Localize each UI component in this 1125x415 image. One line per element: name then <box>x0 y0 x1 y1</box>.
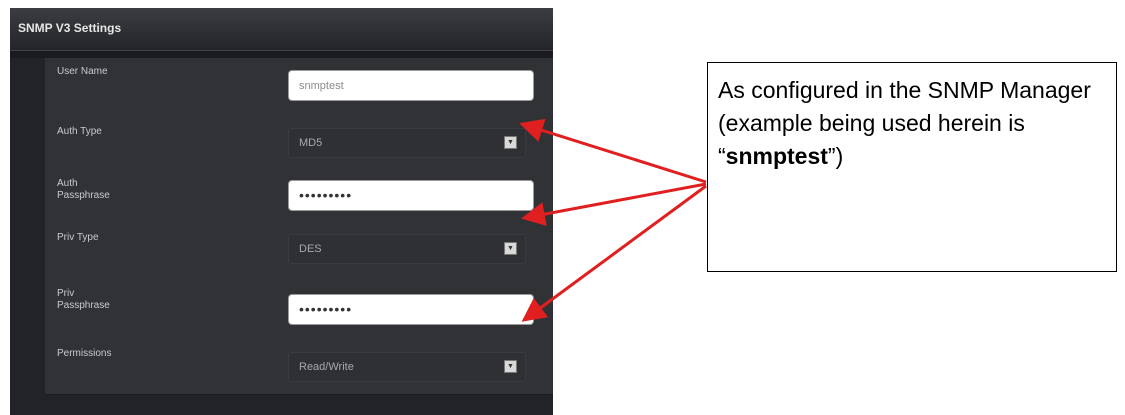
arrow-to-user-name <box>519 118 707 184</box>
arrow-to-priv-passphrase <box>521 184 707 322</box>
annotation-arrows <box>519 118 707 322</box>
arrow-to-auth-passphrase <box>521 182 707 226</box>
